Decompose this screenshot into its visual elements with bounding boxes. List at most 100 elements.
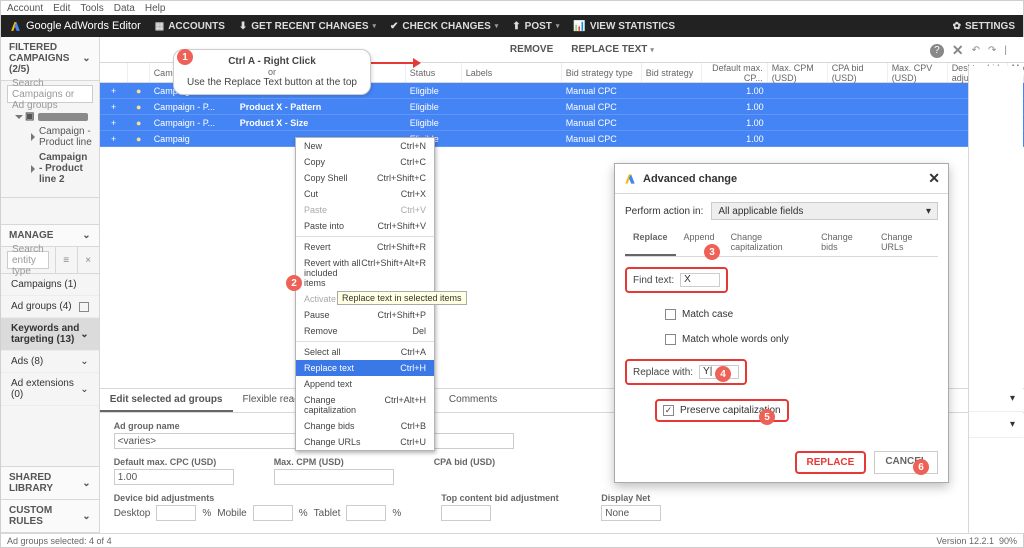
ctx-change-cap[interactable]: Change capitalizationCtrl+Alt+H: [296, 392, 434, 418]
top-content-label: Top content bid adjustment: [441, 493, 561, 503]
upload-icon: ⬆: [512, 21, 520, 32]
tb-accounts[interactable]: ▦ACCOUNTS: [155, 21, 225, 32]
tb-get-recent[interactable]: ⬇GET RECENT CHANGES▾: [239, 21, 376, 32]
find-text-input[interactable]: X: [680, 273, 720, 287]
entity-search-input[interactable]: Search entity type: [7, 251, 49, 269]
tab-change-cap[interactable]: Change capitalization: [723, 228, 814, 256]
preserve-cap-checkbox[interactable]: ✓: [663, 405, 674, 416]
ctx-paste-into[interactable]: Paste intoCtrl+Shift+V: [296, 218, 434, 234]
account-name-redacted: [38, 113, 88, 121]
match-case-checkbox[interactable]: [665, 309, 676, 320]
nav-ad-extensions[interactable]: Ad extensions (0)⌄: [1, 373, 99, 406]
title-bar: Google AdWords Editor ▦ACCOUNTS ⬇GET REC…: [1, 15, 1023, 37]
ctx-cut[interactable]: CutCtrl+X: [296, 186, 434, 202]
tb-check-changes[interactable]: ✔CHECK CHANGES▾: [390, 21, 498, 32]
left-sidebar: FILTERED CAMPAIGNS (2/5)⌄ Search Campaig…: [1, 37, 100, 533]
separator: |: [1004, 45, 1007, 56]
custom-rules-header[interactable]: CUSTOM RULES⌄: [1, 500, 99, 533]
cpa-bid-label: CPA bid (USD): [434, 457, 554, 467]
remove-button[interactable]: REMOVE: [504, 41, 559, 58]
annotation-marker-3: 3: [704, 244, 720, 260]
tree-account[interactable]: ▣: [1, 109, 99, 124]
perform-action-select[interactable]: All applicable fields▾: [711, 202, 938, 220]
col-bidstrategy[interactable]: Bid strategy: [642, 63, 702, 82]
tab-edit-selected[interactable]: Edit selected ad groups: [100, 389, 233, 412]
menu-help[interactable]: Help: [145, 3, 166, 14]
col-desktop[interactable]: Desktop bid adju...: [948, 63, 1008, 82]
tablet-bid-field[interactable]: [346, 505, 386, 521]
shared-library-header[interactable]: SHARED LIBRARY⌄: [1, 466, 99, 500]
tb-post[interactable]: ⬆POST▾: [512, 21, 559, 32]
nav-ad-groups[interactable]: Ad groups (4): [1, 296, 99, 318]
filtered-campaigns-header: FILTERED CAMPAIGNS (2/5)⌄: [1, 37, 99, 81]
nav-campaigns[interactable]: Campaigns (1): [1, 274, 99, 296]
ctx-pause[interactable]: PauseCtrl+Shift+P: [296, 307, 434, 323]
tab-change-urls[interactable]: Change URLs: [873, 228, 938, 256]
mobile-label: Mobile: [217, 508, 246, 519]
tb-settings[interactable]: ✿SETTINGS: [953, 21, 1015, 32]
nav-ads[interactable]: Ads (8)⌄: [1, 351, 99, 373]
ctx-change-bids[interactable]: Change bidsCtrl+B: [296, 418, 434, 434]
col-cpm[interactable]: Max. CPM (USD): [768, 63, 828, 82]
download-icon: ⬇: [239, 21, 247, 32]
dialog-tabs: Replace Append Change capitalization Cha…: [625, 228, 938, 257]
close-icon[interactable]: ×: [77, 247, 99, 273]
tree-campaign-2[interactable]: Campaign - Product line 2: [1, 150, 99, 187]
col-mobile[interactable]: Mobile bid adjust: [1008, 63, 1024, 82]
undo-icon[interactable]: ↶: [972, 45, 980, 56]
ctx-copy[interactable]: CopyCtrl+C: [296, 154, 434, 170]
ctx-select-all[interactable]: Select allCtrl+A: [296, 344, 434, 360]
ctx-revert[interactable]: RevertCtrl+Shift+R: [296, 239, 434, 255]
table-row[interactable]: +●Campaign - P...Product X - SizeEligibl…: [100, 115, 1024, 131]
desktop-bid-field[interactable]: [156, 505, 196, 521]
redo-icon[interactable]: ↷: [988, 45, 996, 56]
chevron-down-icon[interactable]: ⌄: [82, 230, 90, 241]
chevron-down-icon[interactable]: ⌄: [82, 53, 90, 64]
ctx-remove[interactable]: RemoveDel: [296, 323, 434, 339]
dialog-close-icon[interactable]: ✕: [928, 170, 940, 187]
menu-data[interactable]: Data: [114, 3, 135, 14]
ctx-copy-shell[interactable]: Copy ShellCtrl+Shift+C: [296, 170, 434, 186]
ctx-append-text[interactable]: Append text: [296, 376, 434, 392]
col-cpa[interactable]: CPA bid (USD): [828, 63, 888, 82]
status-zoom[interactable]: 90%: [999, 536, 1017, 546]
menu-edit[interactable]: Edit: [53, 3, 70, 14]
tab-replace[interactable]: Replace: [625, 228, 676, 256]
tree-campaign-1[interactable]: Campaign - Product line: [1, 124, 99, 150]
help-icon[interactable]: ?: [930, 44, 944, 58]
chevron-down-icon: ⌄: [80, 356, 88, 367]
tab-change-bids[interactable]: Change bids: [813, 228, 873, 256]
ctx-new[interactable]: NewCtrl+N: [296, 138, 434, 154]
col-bidtype[interactable]: Bid strategy type: [562, 63, 642, 82]
mobile-bid-field[interactable]: [253, 505, 293, 521]
max-cpm-field[interactable]: [274, 469, 394, 485]
ctx-change-urls[interactable]: Change URLsCtrl+U: [296, 434, 434, 450]
arrow-icon: [371, 56, 421, 70]
table-row[interactable]: +●Campaign - P...Product X - PatternElig…: [100, 99, 1024, 115]
col-cpv[interactable]: Max. CPV (USD): [888, 63, 948, 82]
top-content-field[interactable]: [441, 505, 491, 521]
filter-icon[interactable]: ≡: [55, 247, 77, 273]
replace-button[interactable]: REPLACE: [795, 451, 867, 474]
ctx-replace-text[interactable]: Replace textCtrl+H: [296, 360, 434, 376]
annotation-marker-4: 4: [715, 366, 731, 382]
col-labels[interactable]: Labels: [462, 63, 562, 82]
default-cpc-field[interactable]: 1.00: [114, 469, 234, 485]
campaign-search-input[interactable]: Search Campaigns or Ad groups: [7, 85, 93, 103]
nav-keywords-targeting[interactable]: Keywords and targeting (13)⌄: [1, 318, 99, 351]
stats-icon: 📊: [573, 21, 585, 32]
close-icon[interactable]: ✕: [952, 42, 964, 59]
tab-comments[interactable]: Comments: [439, 389, 507, 412]
tb-view-stats[interactable]: 📊VIEW STATISTICS: [573, 21, 675, 32]
table-row[interactable]: +●CampaigEligibleManual CPC1.00: [100, 131, 1024, 147]
whole-words-checkbox[interactable]: [665, 334, 676, 345]
chevron-down-icon: ⌄: [80, 329, 88, 340]
status-selection: Ad groups selected: 4 of 4: [7, 536, 112, 546]
col-cpc[interactable]: Default max. CP...: [702, 63, 768, 82]
menu-tools[interactable]: Tools: [80, 3, 103, 14]
ctx-revert-all[interactable]: Revert with all included itemsCtrl+Shift…: [296, 255, 434, 291]
menu-account[interactable]: Account: [7, 3, 43, 14]
cancel-button[interactable]: CANCEL: [874, 451, 938, 474]
display-net-field[interactable]: None: [601, 505, 661, 521]
replace-text-button[interactable]: REPLACE TEXT▾: [565, 41, 660, 58]
